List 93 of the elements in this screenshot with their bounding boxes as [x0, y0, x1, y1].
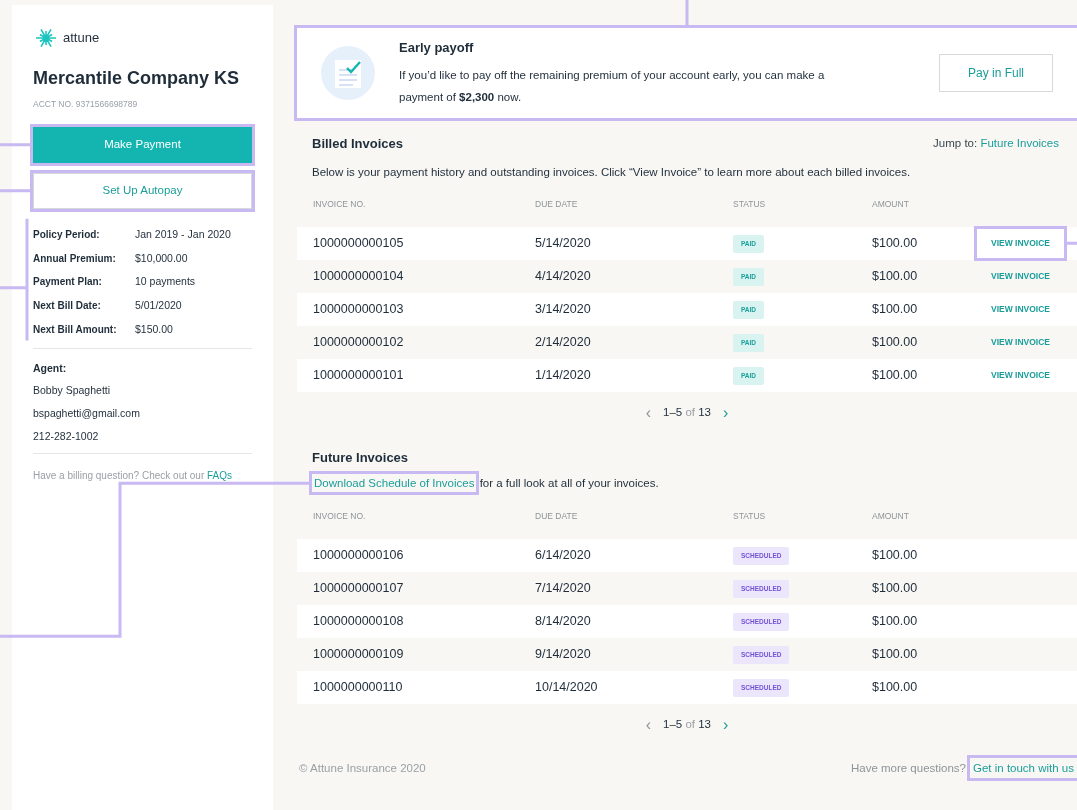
jump-link[interactable]: Future Invoices	[980, 137, 1059, 150]
amount: $100.00	[872, 300, 919, 318]
detail-value: 10 payments	[135, 274, 197, 290]
leader-line	[685, 0, 689, 27]
column-header: DUE DATE	[535, 198, 579, 212]
due-date: 3/14/2020	[535, 300, 592, 318]
page-range: 1–5	[663, 406, 684, 419]
due-date: 10/14/2020	[535, 678, 599, 696]
due-date: 2/14/2020	[535, 333, 592, 351]
amount: $100.00	[872, 234, 919, 252]
previous-page-icon[interactable]: ‹	[645, 712, 651, 737]
column-header: STATUS	[733, 510, 767, 523]
amount: $100.00	[872, 333, 919, 351]
section-title: Billed Invoices	[312, 135, 404, 153]
column-header: INVOICE NO.	[313, 198, 367, 212]
page-of: of	[685, 717, 696, 730]
document-check-icon	[321, 46, 375, 100]
page-of: of	[685, 406, 696, 419]
invoice-number: 1000000000103	[313, 300, 405, 318]
view-invoice-link[interactable]: VIEW INVOICE	[977, 360, 1065, 390]
amount: $100.00	[872, 546, 919, 564]
logo-text: attune	[63, 29, 100, 48]
company-name: Mercantile Company KS	[33, 67, 241, 90]
page-range: 1–5	[663, 717, 684, 730]
detail-label: Next Bill Amount:	[33, 322, 118, 337]
invoice-number: 1000000000107	[313, 579, 405, 597]
invoice-number: 1000000000106	[313, 546, 405, 564]
view-invoice-link[interactable]: VIEW INVOICE	[977, 294, 1065, 324]
leader-line	[0, 143, 32, 147]
page-total: 13	[698, 717, 711, 730]
section-description: Below is your payment history and outstanding invoices. Click “View Invoice” to learn more about each billed invoices.	[311, 164, 912, 180]
column-header: AMOUNT	[872, 510, 910, 523]
column-header: DUE DATE	[535, 510, 579, 523]
payoff-message: If you’d like to pay off the remaining premium of your account early, you can make a payment of $2,300 now.	[399, 67, 826, 105]
logo-icon	[33, 27, 59, 49]
invoice-number: 1000000000109	[313, 645, 405, 663]
footer-question: Have more questions?	[850, 761, 966, 774]
view-invoice-link[interactable]: VIEW INVOICE	[977, 327, 1065, 357]
invoice-number: 1000000000110	[313, 678, 404, 696]
leader-line	[1065, 241, 1077, 245]
detail-label: Policy Period:	[33, 227, 101, 242]
detail-value: $10,000.00	[135, 250, 189, 266]
help-text: Have a billing question? Check out our	[33, 469, 206, 481]
due-date: 8/14/2020	[535, 612, 592, 630]
detail-label: Next Bill Date:	[33, 299, 102, 313]
pay-in-full-button[interactable]: Pay in Full	[939, 54, 1053, 92]
due-date: 6/14/2020	[535, 546, 592, 564]
download-link[interactable]: Download Schedule of Invoices	[312, 474, 477, 493]
amount: $100.00	[872, 678, 919, 696]
amount: $100.00	[872, 645, 919, 663]
previous-page-icon[interactable]: ‹	[645, 400, 651, 425]
amount: $100.00	[872, 366, 919, 384]
amount: $100.00	[872, 612, 919, 630]
section-description: for a full look at all of your invoices.	[478, 477, 659, 490]
next-page-icon[interactable]: ›	[723, 400, 729, 425]
agent-email: bspaghetti@gmail.com	[33, 406, 141, 421]
view-invoice-link[interactable]: VIEW INVOICE	[977, 228, 1065, 258]
invoice-number: 1000000000105	[313, 234, 405, 252]
due-date: 9/14/2020	[535, 645, 592, 663]
due-date: 5/14/2020	[535, 234, 592, 252]
invoice-number: 1000000000102	[313, 333, 405, 351]
due-date: 1/14/2020	[535, 366, 592, 384]
due-date: 4/14/2020	[535, 267, 592, 285]
detail-value: 5/01/2020	[135, 298, 183, 313]
leader-line	[0, 189, 32, 193]
due-date: 7/14/2020	[535, 579, 592, 597]
page-total: 13	[698, 406, 711, 419]
column-header: AMOUNT	[872, 198, 910, 212]
amount: $100.00	[872, 267, 919, 285]
agent-phone: 212-282-1002	[33, 428, 100, 444]
contact-link[interactable]: Get in touch with us	[970, 757, 1077, 778]
detail-label: Payment Plan:	[33, 275, 103, 290]
section-title: Future Invoices	[312, 448, 409, 467]
detail-value: $150.00	[135, 321, 174, 337]
invoice-number: 1000000000104	[313, 267, 405, 285]
payment-button[interactable]: Make Payment	[33, 126, 252, 163]
detail-label: Annual Premium:	[33, 251, 117, 266]
invoice-number: 1000000000108	[313, 612, 405, 630]
autopay-button[interactable]: Set Up Autopay	[33, 172, 252, 209]
next-page-icon[interactable]: ›	[723, 712, 729, 737]
column-header: STATUS	[733, 198, 767, 212]
invoice-number: 1000000000101	[313, 366, 405, 384]
detail-value: Jan 2019 - Jan 2020	[135, 226, 232, 242]
jump-label: Jump to:	[933, 137, 979, 150]
copyright: © Attune Insurance 2020	[299, 760, 426, 776]
agent-name: Bobby Spaghetti	[33, 383, 112, 399]
faq-link[interactable]: FAQs	[207, 469, 232, 481]
amount: $100.00	[872, 579, 919, 597]
view-invoice-link[interactable]: VIEW INVOICE	[977, 261, 1065, 291]
column-header: INVOICE NO.	[313, 510, 367, 523]
payoff-title: Early payoff	[399, 39, 475, 58]
account-number: ACCT NO. 9371566698789	[33, 98, 139, 111]
agent-heading: Agent:	[33, 360, 68, 376]
